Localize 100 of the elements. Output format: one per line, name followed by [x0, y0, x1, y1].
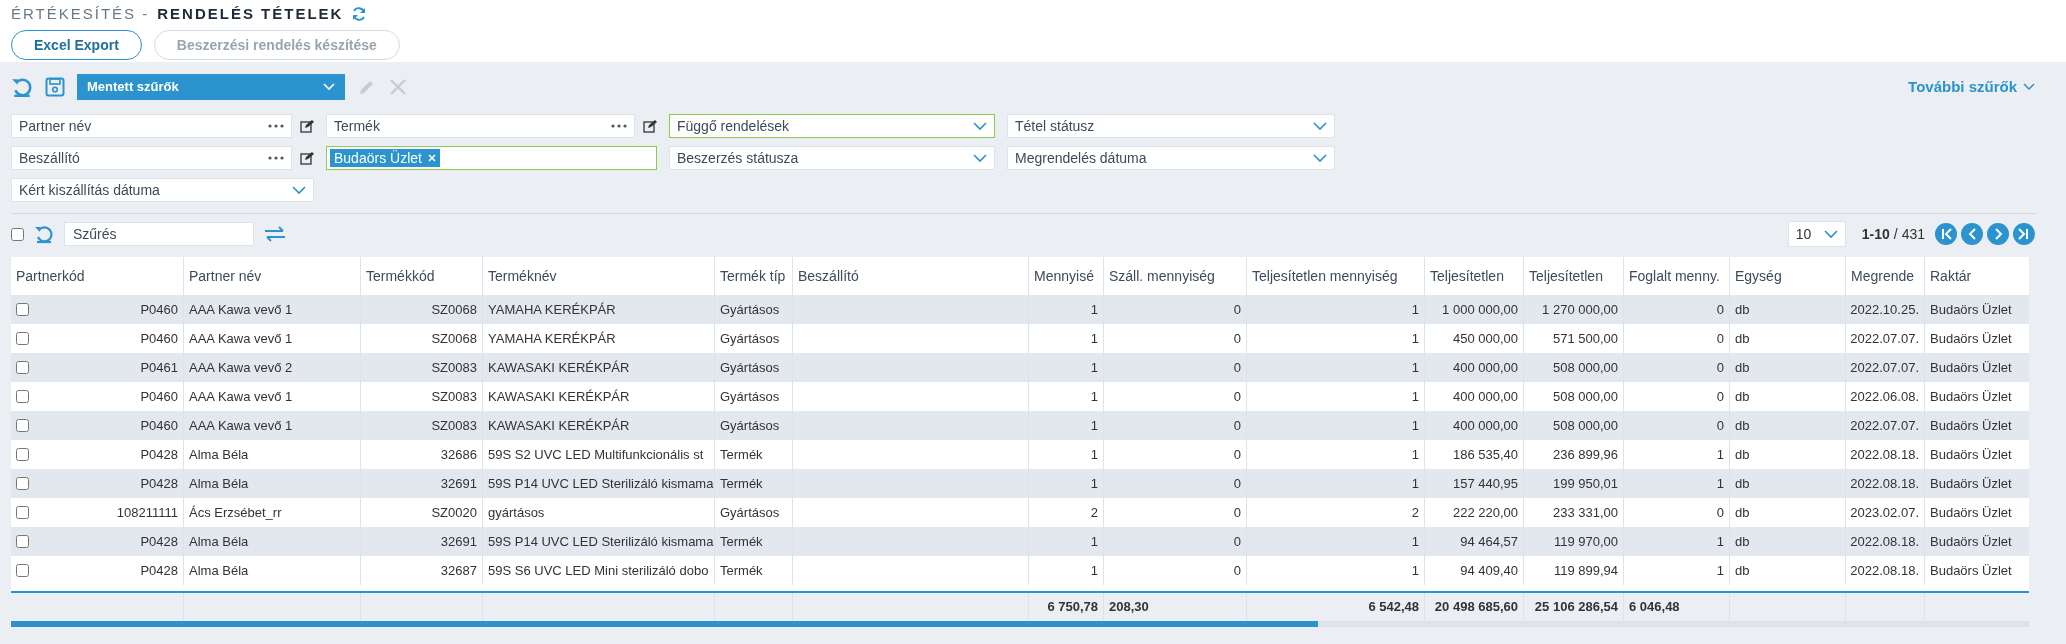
table-cell-text: 59S S2 UVC LED Multifunkcionális st: [488, 445, 704, 464]
next-page-icon[interactable]: [1987, 223, 2009, 245]
row-checkbox[interactable]: [16, 419, 29, 432]
table-cell-text: 1 270 000,00: [1542, 300, 1618, 319]
table-cell-text: 2: [1411, 503, 1419, 522]
table-cell-text: 0: [1233, 387, 1241, 406]
table-cell-text: P0428: [140, 561, 178, 580]
table-cell-text: 508 000,00: [1552, 358, 1618, 377]
more-icon[interactable]: [268, 156, 284, 160]
chevron-down-icon: [2023, 83, 2035, 91]
page-total: / 431: [1893, 224, 1925, 244]
last-page-icon[interactable]: [2013, 223, 2035, 245]
table-cell-text: 2022.07.07.: [1850, 358, 1919, 377]
table-cell-text: AAA Kawa vevő 1: [189, 416, 293, 435]
row-checkbox[interactable]: [16, 361, 29, 374]
table-cell-text: Budaörs Üzlet: [1930, 416, 2012, 435]
refresh-icon[interactable]: [351, 6, 368, 22]
edit-icon[interactable]: [300, 119, 314, 133]
table-cell-text: Budaörs Üzlet: [1930, 300, 2012, 319]
more-icon[interactable]: [611, 124, 627, 128]
page-range: 1-10: [1861, 224, 1890, 244]
table-cell-text: 400 000,00: [1452, 387, 1518, 406]
table-cell-text: 1: [1090, 387, 1098, 406]
reset-icon[interactable]: [11, 76, 33, 98]
table-cell-text: 1: [1411, 416, 1419, 435]
table-cell-text: Termék: [720, 532, 763, 551]
row-checkbox[interactable]: [16, 535, 29, 548]
table-cell-text: db: [1735, 532, 1750, 551]
table-cell-text: 0: [1716, 387, 1724, 406]
table-cell-text: 59S P14 UVC LED Sterilizáló kismama: [488, 532, 714, 551]
table-cell-text: 233 331,00: [1552, 503, 1618, 522]
reset-icon[interactable]: [34, 224, 54, 244]
table-cell-text: 2022.07.07.: [1850, 416, 1919, 435]
table-cell-text: 508 000,00: [1552, 416, 1618, 435]
column-header[interactable]: Partnerkód: [11, 257, 183, 295]
select-field[interactable]: Függő rendelések: [669, 114, 995, 138]
table-cell-text: db: [1735, 445, 1750, 464]
select-all-checkbox[interactable]: [11, 227, 24, 241]
table-cell-text: Budaörs Üzlet: [1930, 445, 2012, 464]
table-cell-text: 1: [1716, 561, 1724, 580]
save-icon[interactable]: [45, 77, 65, 97]
table-cell-text: Alma Béla: [189, 474, 249, 493]
table-cell-text: 0: [1716, 329, 1724, 348]
more-icon[interactable]: [268, 124, 284, 128]
table-cell-text: Gyártásos: [720, 358, 780, 377]
table-cell-text: 1: [1090, 358, 1098, 377]
table-cell-text: P0460: [140, 329, 178, 348]
breadcrumb-section: ÉRTÉKESÍTÉS -: [11, 2, 150, 26]
chevron-down-icon: [323, 83, 335, 91]
table-cell-text: 2023.02.07.: [1850, 503, 1919, 522]
table-cell-text: YAMAHA KERÉKPÁR: [488, 329, 616, 348]
column-total: 6 542,48: [1368, 598, 1419, 617]
edit-icon[interactable]: [300, 151, 314, 165]
row-checkbox[interactable]: [16, 390, 29, 403]
table-cell-text: 571 500,00: [1552, 329, 1618, 348]
table-cell-text: 2022.08.18.: [1850, 561, 1919, 580]
table-cell-text: Gyártásos: [720, 300, 780, 319]
table-cell-text: Budaörs Üzlet: [1930, 503, 2012, 522]
table-cell-text: 119 970,00: [1553, 532, 1618, 551]
select-field[interactable]: Tétel státusz: [1007, 114, 1335, 138]
column-total: 25 106 286,54: [1534, 598, 1618, 617]
table-cell-text: Budaörs Üzlet: [1930, 329, 2012, 348]
page-size-select[interactable]: 10: [1787, 221, 1846, 247]
row-checkbox[interactable]: [16, 448, 29, 461]
table-cell-text: 0: [1233, 329, 1241, 348]
table-cell-text: 2022.08.18.: [1850, 532, 1919, 551]
select-field[interactable]: Megrendelés dátuma: [1007, 146, 1335, 170]
previous-page-icon[interactable]: [1961, 223, 1983, 245]
horizontal-scrollbar[interactable]: [11, 621, 2029, 627]
table-cell-text: 0: [1233, 300, 1241, 319]
table-cell-text: 236 899,96: [1552, 445, 1618, 464]
table-cell-text: 1: [1090, 416, 1098, 435]
column-total: 20 498 685,60: [1434, 598, 1518, 617]
lookup-field[interactable]: Partner név: [11, 114, 292, 138]
select-field[interactable]: Beszerzés státusza: [669, 146, 995, 170]
swap-icon[interactable]: [264, 226, 286, 242]
table-cell-text: 0: [1233, 416, 1241, 435]
filter-search-field[interactable]: Szűrés: [64, 222, 254, 246]
table-cell-text: Gyártásos: [720, 416, 780, 435]
chevron-down-icon: [292, 185, 306, 195]
lookup-field[interactable]: Beszállító: [11, 146, 292, 170]
row-checkbox[interactable]: [16, 477, 29, 490]
table-cell-text: P0460: [140, 387, 178, 406]
first-page-icon[interactable]: [1935, 223, 1957, 245]
edit-icon[interactable]: [643, 119, 657, 133]
table-cell-text: 32686: [440, 445, 477, 464]
table-cell-text: 400 000,00: [1452, 416, 1518, 435]
table-cell-text: 0: [1716, 503, 1724, 522]
lookup-field[interactable]: Termék: [326, 114, 635, 138]
row-checkbox[interactable]: [16, 506, 29, 519]
table-cell-text: 59S P14 UVC LED Sterilizáló kismama: [488, 474, 714, 493]
row-checkbox[interactable]: [16, 303, 29, 316]
table-cell-text: 32691: [440, 532, 477, 551]
table-cell-text: 1: [1716, 532, 1724, 551]
close-icon: [389, 78, 407, 96]
row-checkbox[interactable]: [16, 564, 29, 577]
table-cell-text: gyártásos: [488, 503, 545, 522]
close-icon[interactable]: [427, 154, 436, 162]
row-checkbox[interactable]: [16, 332, 29, 345]
select-field[interactable]: Kért kiszállítás dátuma: [11, 178, 314, 202]
